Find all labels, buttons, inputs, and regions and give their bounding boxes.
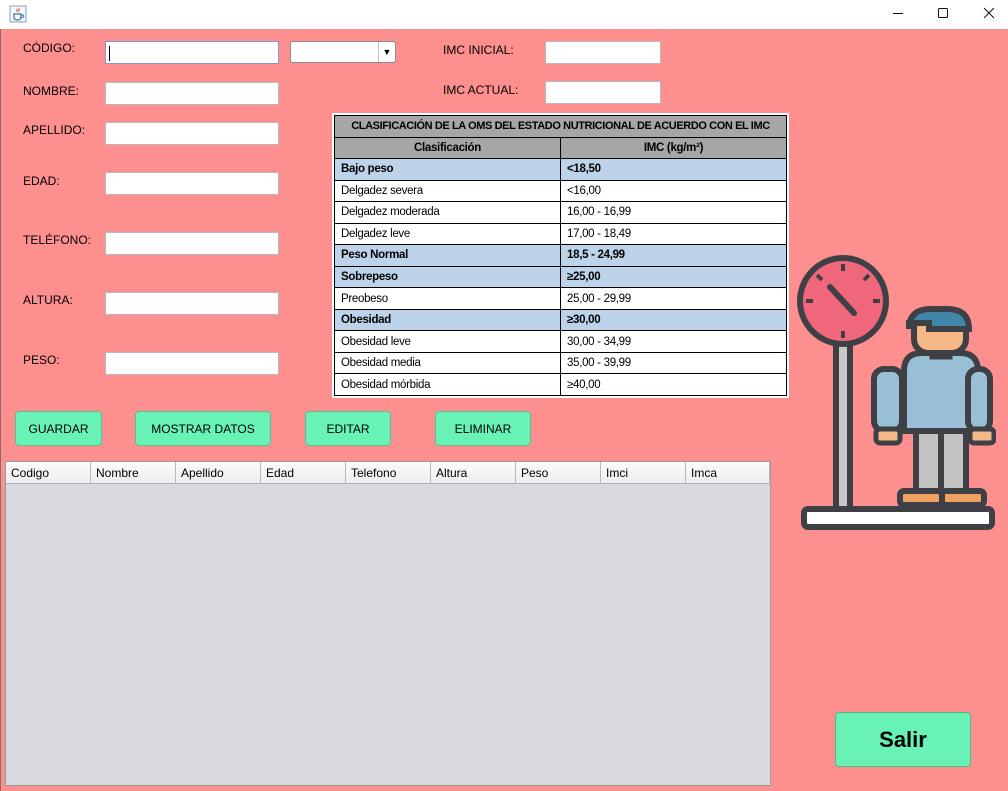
row-imc: 35,00 - 39,99 [560,351,787,375]
row-imc: <16,00 [560,179,787,203]
row-clasificacion: Delgadez moderada [334,201,561,224]
row-imc: ≥40,00 [560,373,787,396]
maximize-button[interactable] [920,0,966,29]
table-row: Delgadez leve 17,00 - 18,49 [334,222,787,246]
row-clasificacion: Peso Normal [334,244,561,267]
row-clasificacion: Preobeso [334,287,561,310]
column-header-nombre[interactable]: Nombre [91,462,176,484]
table-row: Obesidad ≥30,00 [334,308,787,332]
imc-inicial-label: IMC INICIAL: [443,43,514,57]
column-header-altura[interactable]: Altura [431,462,516,484]
close-icon [983,7,995,22]
imc-actual-input[interactable] [545,81,661,104]
altura-label: ALTURA: [23,293,73,307]
table-row: Delgadez severa <16,00 [334,179,787,203]
oms-col-clasificacion: Clasificación [334,136,561,160]
nombre-input[interactable] [105,82,279,105]
imc-actual-label: IMC ACTUAL: [443,83,519,97]
apellido-label: APELLIDO: [23,123,86,137]
row-clasificacion: Delgadez leve [334,222,561,246]
table-row: Obesidad leve 30,00 - 34,99 [334,330,787,353]
minimize-icon [892,7,904,22]
row-imc: ≥30,00 [560,308,787,332]
altura-input[interactable] [105,292,279,315]
table-row: Sobrepeso ≥25,00 [334,265,787,289]
nombre-label: NOMBRE: [23,84,80,98]
table-row: Preobeso 25,00 - 29,99 [334,287,787,310]
peso-input[interactable] [105,352,279,375]
row-imc: 17,00 - 18,49 [560,222,787,246]
row-imc: 30,00 - 34,99 [560,330,787,353]
apellido-input[interactable] [105,122,279,145]
table-row: Bajo peso <18,50 [334,158,787,181]
row-imc: 18,5 - 24,99 [560,244,787,267]
minimize-button[interactable] [875,0,921,29]
codigo-combo-box[interactable]: ▼ [290,41,396,63]
table-row: Delgadez moderada 16,00 - 16,99 [334,201,787,224]
column-header-apellido[interactable]: Apellido [176,462,261,484]
column-header-imca[interactable]: Imca [686,462,770,484]
table-row: Obesidad mórbida ≥40,00 [334,373,787,396]
row-imc: 16,00 - 16,99 [560,201,787,224]
table-row: Peso Normal 18,5 - 24,99 [334,244,787,267]
mostrar-datos-button[interactable]: MOSTRAR DATOS [135,411,271,446]
row-imc: <18,50 [560,158,787,181]
row-clasificacion: Obesidad mórbida [334,373,561,396]
chevron-down-icon[interactable]: ▼ [378,42,395,62]
table-row: Obesidad media 35,00 - 39,99 [334,351,787,375]
telefono-input[interactable] [105,232,279,255]
row-clasificacion: Delgadez severa [334,179,561,203]
row-imc: 25,00 - 29,99 [560,287,787,310]
salir-button[interactable]: Salir [835,712,971,767]
codigo-label: CÓDIGO: [23,41,76,55]
data-table[interactable]: Codigo Nombre Apellido Edad Telefono Alt… [5,461,771,786]
row-clasificacion: Obesidad media [334,351,561,375]
main-panel: CÓDIGO: NOMBRE: APELLIDO: EDAD: TELÉFONO… [0,29,1008,791]
column-header-telefono[interactable]: Telefono [346,462,431,484]
maximize-icon [937,7,949,22]
edad-label: EDAD: [23,174,60,188]
oms-table-title: CLASIFICACIÓN DE LA OMS DEL ESTADO NUTRI… [334,115,787,138]
column-header-peso[interactable]: Peso [516,462,601,484]
codigo-input[interactable] [105,41,279,64]
guardar-button[interactable]: GUARDAR [15,411,102,446]
imc-inicial-input[interactable] [545,41,661,64]
row-clasificacion: Sobrepeso [334,265,561,289]
table-header: Codigo Nombre Apellido Edad Telefono Alt… [6,462,770,484]
row-clasificacion: Obesidad [334,308,561,332]
telefono-label: TELÉFONO: [23,233,92,247]
column-header-codigo[interactable]: Codigo [6,462,91,484]
person-on-scale-icon [796,251,997,533]
row-clasificacion: Obesidad leve [334,330,561,353]
java-cup-icon [9,5,27,23]
edad-input[interactable] [105,172,279,195]
editar-button[interactable]: EDITAR [305,411,391,446]
text-caret [109,46,110,61]
oms-col-imc: IMC (kg/m²) [560,136,787,160]
eliminar-button[interactable]: ELIMINAR [435,411,531,446]
oms-imc-classification-table: CLASIFICACIÓN DE LA OMS DEL ESTADO NUTRI… [332,113,789,398]
row-imc: ≥25,00 [560,265,787,289]
title-bar [0,0,1008,29]
column-header-imci[interactable]: Imci [601,462,686,484]
peso-label: PESO: [23,353,60,367]
close-button[interactable] [966,0,1008,29]
column-header-edad[interactable]: Edad [261,462,346,484]
row-clasificacion: Bajo peso [334,158,561,181]
